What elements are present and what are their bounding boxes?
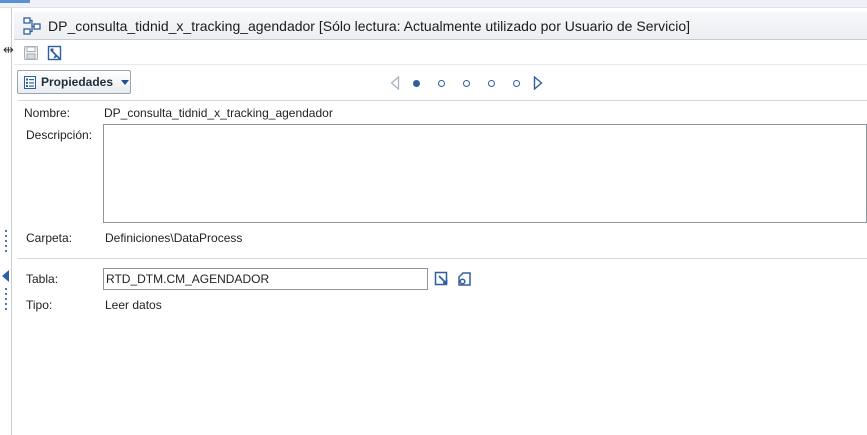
next-arrow-icon [533, 76, 543, 90]
tabla-label: Tabla: [26, 272, 59, 286]
page-dot-1[interactable] [404, 74, 429, 92]
window-title: DP_consulta_tidnid_x_tracking_agendador … [48, 17, 691, 34]
properties-row: Propiedades [14, 68, 867, 98]
page-dot-3[interactable] [454, 74, 479, 92]
page-dot-5[interactable] [504, 74, 529, 92]
properties-label: Propiedades [41, 75, 114, 89]
tipo-label: Tipo: [26, 298, 53, 312]
properties-list-icon [24, 75, 36, 89]
toolbar [14, 41, 867, 65]
select-table-button[interactable] [433, 270, 451, 288]
edit-properties-button[interactable] [46, 44, 64, 62]
left-collapse-rail[interactable]: ⇹ [0, 8, 14, 435]
divider [18, 258, 867, 259]
tabla-field[interactable]: RTD_DTM.CM_AGENDADOR [103, 268, 428, 290]
previous-arrow-icon [390, 76, 400, 90]
collapse-left-arrow-icon[interactable] [2, 270, 9, 282]
descripcion-textarea[interactable] [103, 124, 867, 223]
save-button[interactable] [22, 44, 40, 62]
active-tab-indicator [0, 0, 30, 3]
page-dot-4[interactable] [479, 74, 504, 92]
nombre-value: DP_consulta_tidnid_x_tracking_agendador [104, 106, 333, 120]
next-page-button[interactable] [529, 74, 547, 92]
nombre-label: Nombre: [24, 106, 71, 120]
top-strip [0, 0, 867, 8]
save-icon [24, 45, 38, 60]
rail-grip-bottom [5, 288, 7, 313]
chevron-down-icon [121, 79, 130, 85]
properties-dropdown-button[interactable]: Propiedades [17, 70, 131, 94]
descripcion-label: Descripción: [26, 128, 93, 142]
view-table-button[interactable] [455, 270, 473, 288]
data-process-icon [23, 16, 41, 35]
carpeta-label: Carpeta: [26, 231, 73, 245]
divider [18, 100, 867, 101]
rail-grip-top [5, 230, 7, 255]
edit-properties-icon [47, 45, 62, 60]
page-dot-2[interactable] [429, 74, 454, 92]
window-title-bar: DP_consulta_tidnid_x_tracking_agendador … [14, 12, 867, 40]
previous-page-button[interactable] [386, 74, 404, 92]
resize-handle-icon[interactable]: ⇹ [3, 44, 14, 57]
select-table-icon [434, 271, 448, 286]
view-table-icon [458, 272, 471, 286]
tipo-value: Leer datos [105, 298, 162, 312]
page-pager [386, 74, 547, 92]
carpeta-value: Definiciones\DataProcess [105, 231, 243, 245]
